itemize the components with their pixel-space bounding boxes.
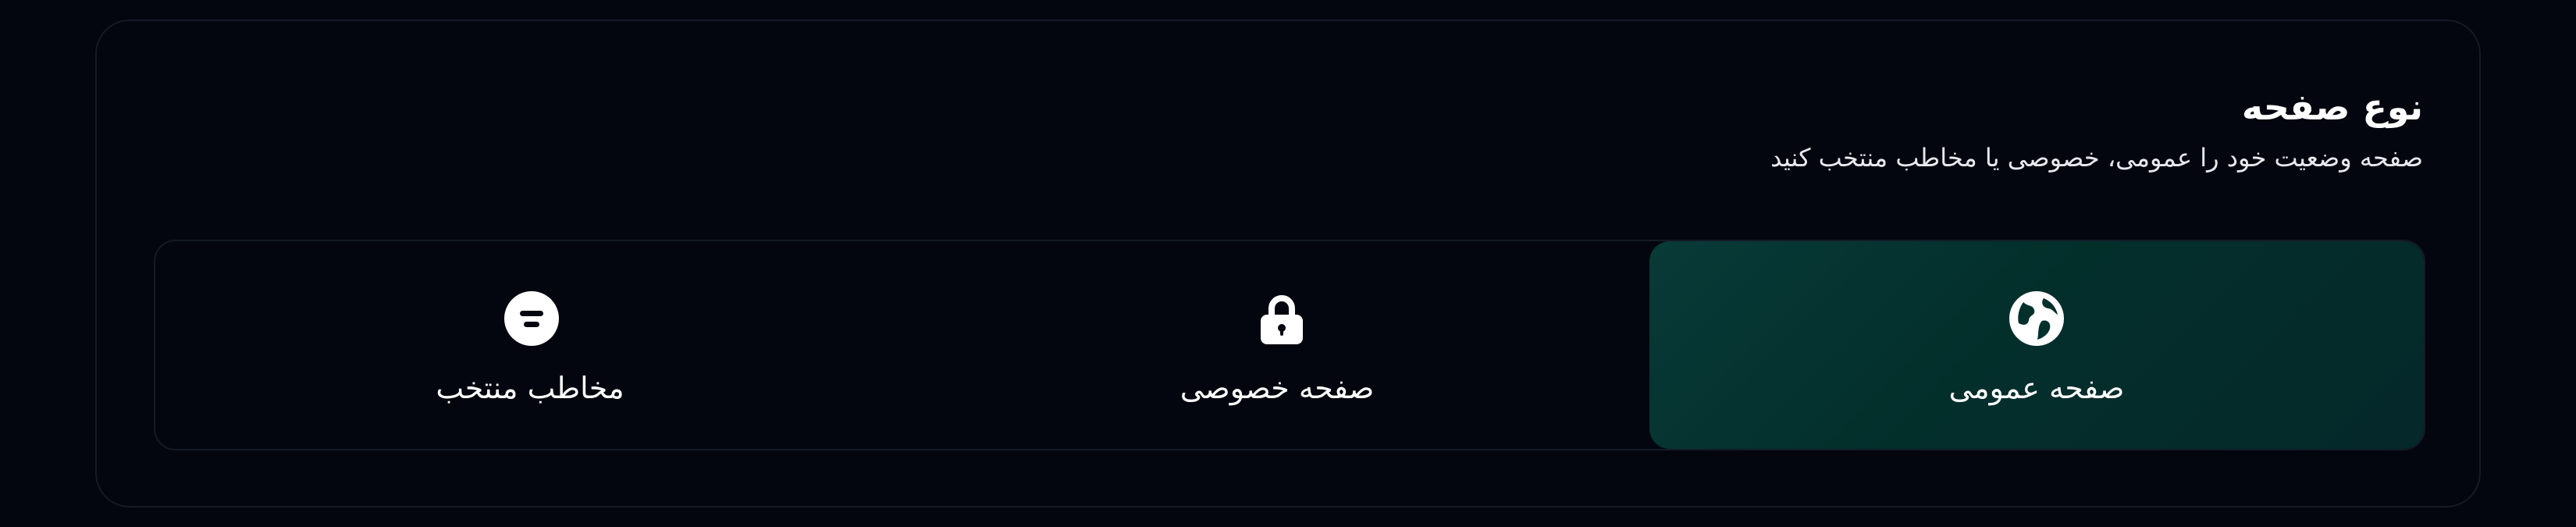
page-type-options: مخاطب منتخب صفحه خصوصی صفحه عمومی: [154, 240, 2425, 450]
section-subtitle: صفحه وضعیت خود را عمومی، خصوصی یا مخاطب …: [1770, 143, 2423, 173]
option-label: مخاطب منتخب: [436, 371, 624, 405]
option-label: صفحه عمومی: [1948, 371, 2125, 405]
globe-icon: [2009, 291, 2064, 346]
section-title: نوع صفحه: [2241, 86, 2423, 128]
filter-icon: [504, 291, 559, 346]
section-header: نوع صفحه صفحه وضعیت خود را عمومی، خصوصی …: [1770, 84, 2423, 176]
lock-icon: [1261, 295, 1303, 344]
option-selected-contacts[interactable]: مخاطب منتخب: [155, 241, 905, 449]
page-type-card: نوع صفحه صفحه وضعیت خود را عمومی، خصوصی …: [95, 20, 2481, 507]
option-label: صفحه خصوصی: [1179, 371, 1375, 405]
option-private-page[interactable]: صفحه خصوصی: [905, 241, 1649, 449]
option-public-page[interactable]: صفحه عمومی: [1649, 241, 2424, 449]
